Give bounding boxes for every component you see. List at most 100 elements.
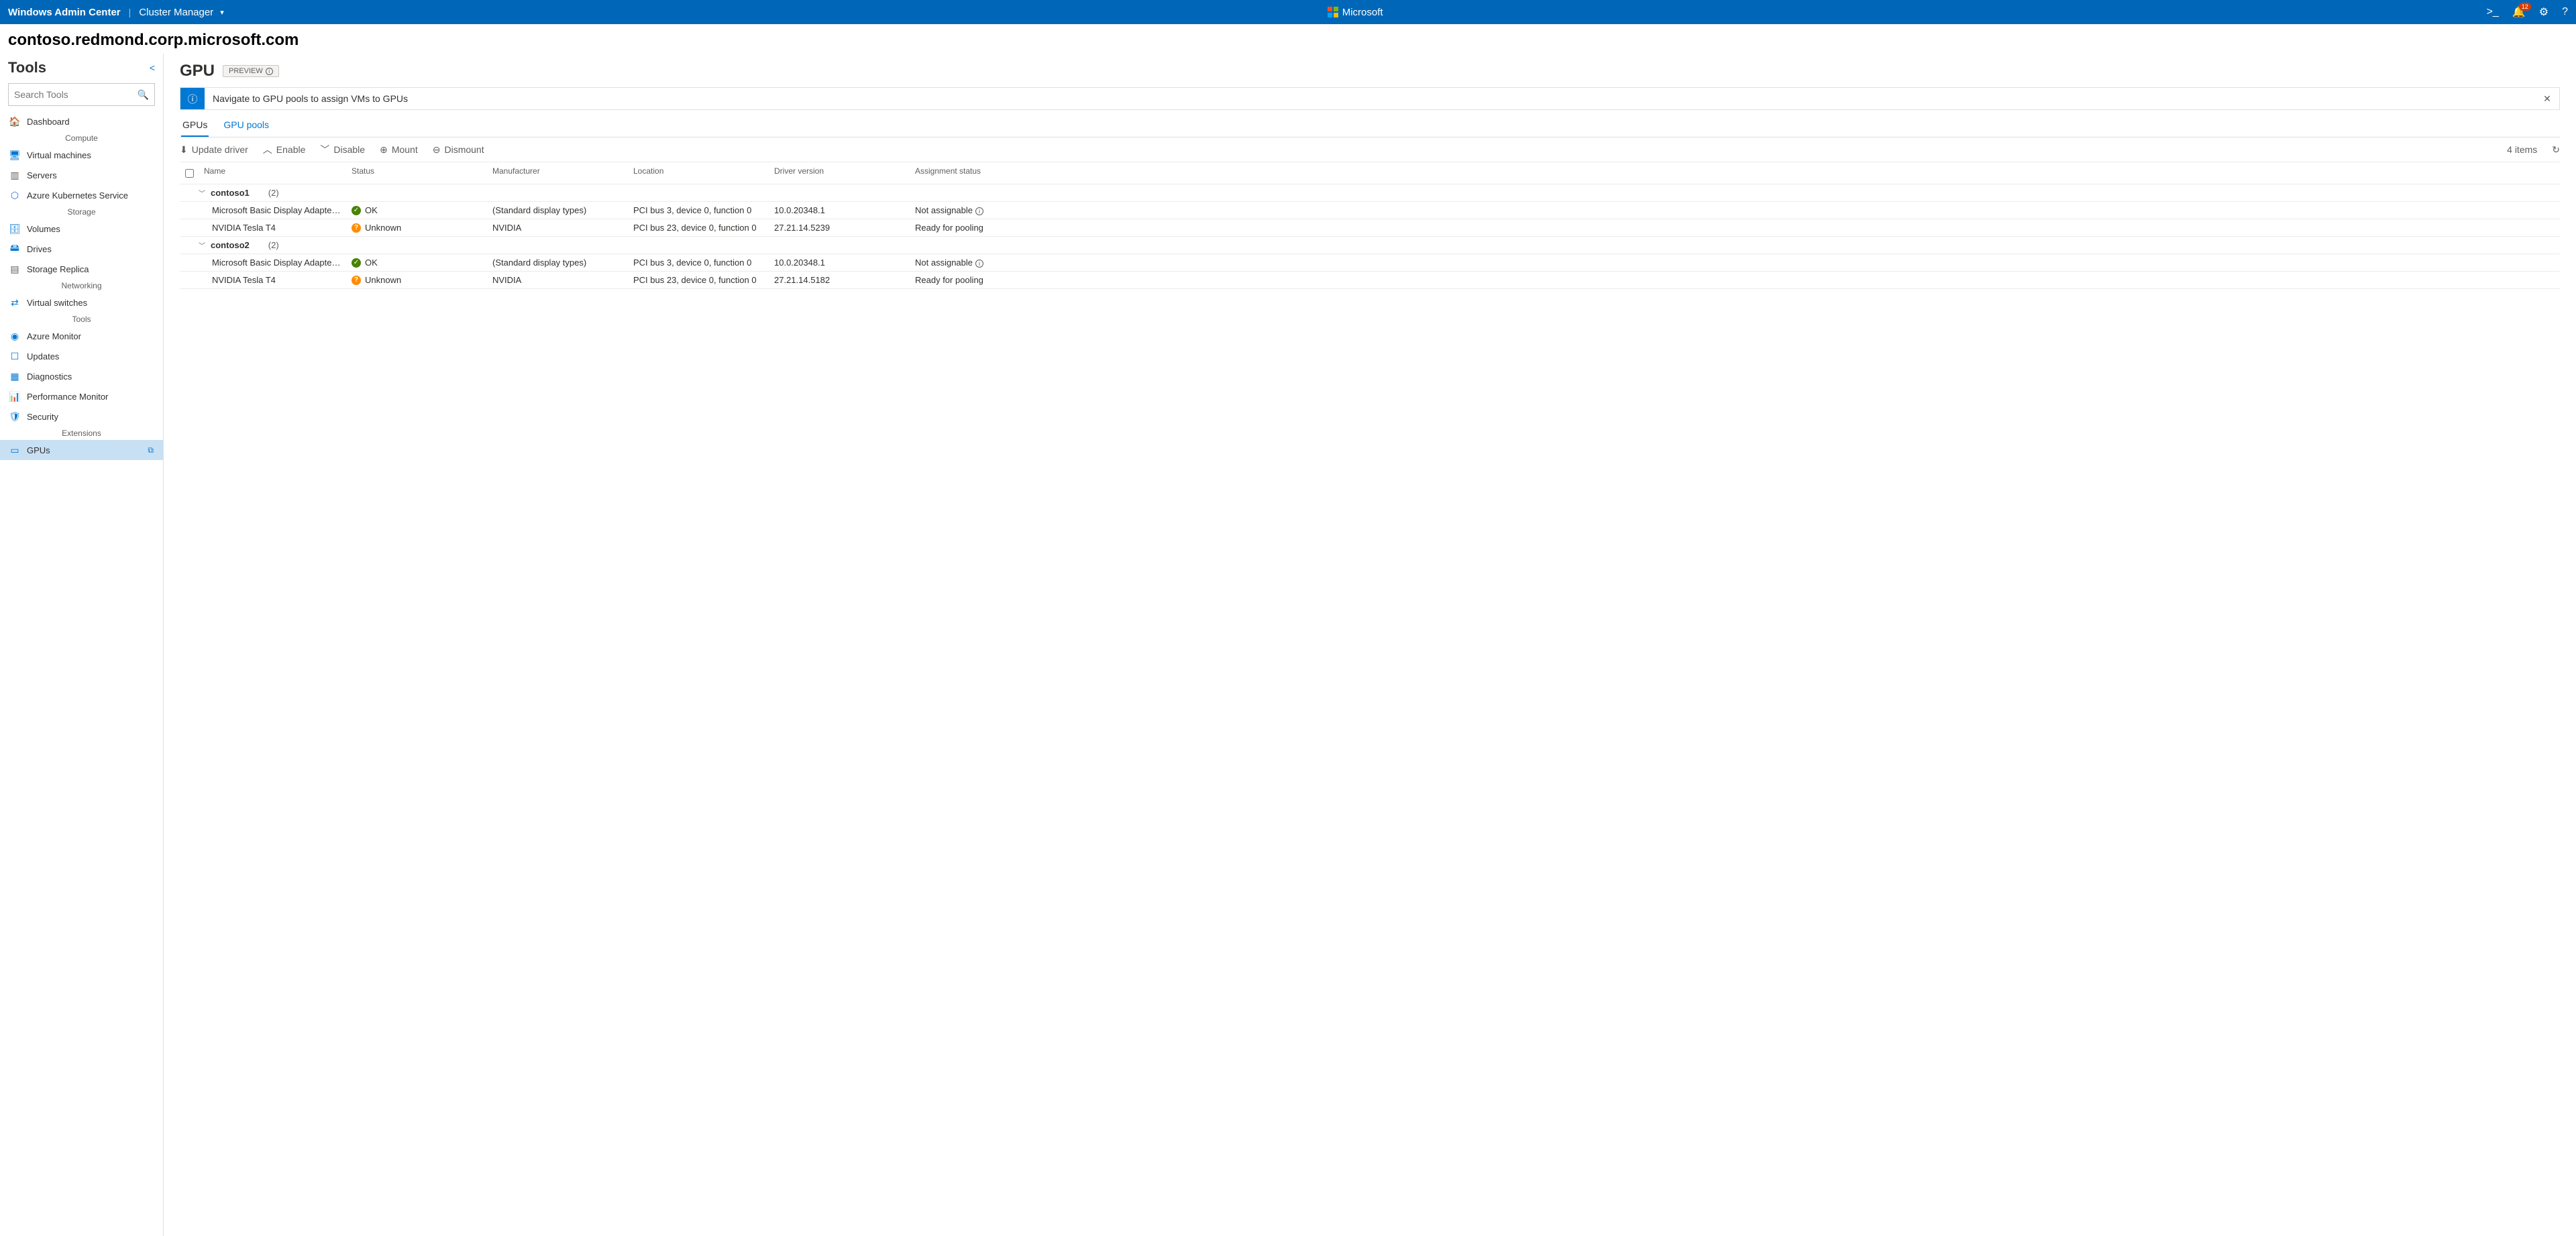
sidebar-item-diagnostics[interactable]: ▦Diagnostics: [0, 366, 163, 386]
help-icon[interactable]: ?: [2562, 6, 2568, 18]
banner-info-icon: ⓘ: [180, 88, 205, 109]
table-row[interactable]: NVIDIA Tesla T4?UnknownNVIDIAPCI bus 23,…: [180, 219, 2560, 237]
sidebar-item-dashboard[interactable]: 🏠 Dashboard: [0, 111, 163, 131]
sidebar-category: Compute: [0, 131, 163, 145]
refresh-icon[interactable]: ↻: [2552, 144, 2560, 156]
sidebar-item-label: Azure Kubernetes Service: [27, 190, 128, 201]
col-name[interactable]: Name: [199, 162, 346, 184]
cloud-shell-icon[interactable]: >_: [2487, 6, 2499, 18]
table-row[interactable]: NVIDIA Tesla T4?UnknownNVIDIAPCI bus 23,…: [180, 272, 2560, 289]
page-title: GPU: [180, 62, 215, 80]
sidebar-item-security[interactable]: 🛡Security: [0, 406, 163, 427]
search-input-field[interactable]: [14, 89, 138, 100]
col-assignment[interactable]: Assignment status: [910, 162, 2560, 184]
sidebar-category: Extensions: [0, 427, 163, 440]
col-location[interactable]: Location: [628, 162, 769, 184]
preview-badge: PREVIEW i: [223, 65, 279, 77]
tab-gpus[interactable]: GPUs: [181, 114, 209, 137]
cell-location: PCI bus 3, device 0, function 0: [628, 202, 769, 219]
col-status[interactable]: Status: [346, 162, 487, 184]
settings-icon[interactable]: ⚙: [2539, 5, 2548, 19]
cell-manufacturer: (Standard display types): [487, 202, 628, 219]
sidebar-item-azure-kubernetes-service[interactable]: ⬡Azure Kubernetes Service: [0, 185, 163, 205]
banner-text: Navigate to GPU pools to assign VMs to G…: [205, 88, 2535, 109]
cell-assignment: Not assignablei: [910, 254, 2560, 271]
sidebar-item-label: Performance Monitor: [27, 392, 108, 402]
sidebar-item-icon: 📊: [9, 391, 20, 402]
cell-manufacturer: NVIDIA: [487, 219, 628, 236]
sidebar-item-icon: ▤: [9, 264, 20, 274]
sidebar-category: Tools: [0, 313, 163, 326]
select-all-checkbox[interactable]: [185, 169, 194, 178]
cell-status: ✓OK: [346, 254, 487, 271]
cell-driver: 10.0.20348.1: [769, 202, 910, 219]
sidebar-item-updates[interactable]: ☐Updates: [0, 346, 163, 366]
sidebar-item-icon: ☐: [9, 351, 20, 361]
cell-status: ?Unknown: [346, 272, 487, 288]
sidebar-item-volumes[interactable]: 🗄Volumes: [0, 219, 163, 239]
tab-gpu-pools[interactable]: GPU pools: [222, 114, 270, 137]
cell-driver: 27.21.14.5182: [769, 272, 910, 288]
sidebar-item-label: Drives: [27, 244, 52, 254]
sidebar-item-azure-monitor[interactable]: ◉Azure Monitor: [0, 326, 163, 346]
status-ok-icon: ✓: [352, 206, 361, 215]
sidebar-item-label: GPUs: [27, 445, 50, 455]
collapse-sidebar-icon[interactable]: <: [150, 62, 155, 73]
item-count: 4 items: [2507, 144, 2537, 155]
info-icon[interactable]: i: [975, 260, 983, 268]
sidebar-item-storage-replica[interactable]: ▤Storage Replica: [0, 259, 163, 279]
cell-status: ✓OK: [346, 202, 487, 219]
plus-circle-icon: ⊕: [380, 144, 388, 156]
cell-location: PCI bus 3, device 0, function 0: [628, 254, 769, 271]
sidebar-item-icon: 🏠: [9, 116, 20, 127]
table-row[interactable]: Microsoft Basic Display Adapter (Low Res…: [180, 202, 2560, 219]
info-icon[interactable]: i: [975, 207, 983, 215]
group-count: (2): [268, 188, 279, 198]
group-count: (2): [268, 240, 279, 250]
table-row[interactable]: Microsoft Basic Display Adapter (Low Res…: [180, 254, 2560, 272]
download-icon: ⬇: [180, 144, 188, 156]
cell-assignment: Not assignablei: [910, 202, 2560, 219]
status-unknown-icon: ?: [352, 223, 361, 233]
sidebar-item-gpus[interactable]: ▭GPUs⧉: [0, 440, 163, 460]
topbar-divider: |: [129, 7, 131, 17]
cell-driver: 27.21.14.5239: [769, 219, 910, 236]
mount-button[interactable]: ⊕Mount: [380, 144, 418, 156]
notifications-icon[interactable]: 🔔12: [2512, 5, 2526, 19]
chevron-down-icon: ﹀: [199, 188, 205, 198]
sidebar-item-label: Virtual switches: [27, 298, 87, 308]
topbar-center: Microsoft: [224, 7, 2487, 18]
toolbar: ⬇Update driver ︿Enable ﹀Disable ⊕Mount ⊖…: [180, 137, 2560, 162]
cell-name: Microsoft Basic Display Adapter (Low Res…: [199, 254, 346, 271]
sidebar-item-virtual-machines[interactable]: 🖥Virtual machines: [0, 145, 163, 165]
search-tools-input[interactable]: 🔍: [8, 83, 155, 106]
cell-location: PCI bus 23, device 0, function 0: [628, 272, 769, 288]
sidebar-item-label: Dashboard: [27, 117, 70, 127]
sidebar-item-servers[interactable]: ▥Servers: [0, 165, 163, 185]
sidebar-item-drives[interactable]: 🖴Drives: [0, 239, 163, 259]
context-dropdown[interactable]: Cluster Manager: [139, 7, 223, 18]
col-manufacturer[interactable]: Manufacturer: [487, 162, 628, 184]
disable-button[interactable]: ﹀Disable: [320, 143, 365, 156]
sidebar-item-virtual-switches[interactable]: ⇄ Virtual switches: [0, 292, 163, 313]
gpu-grid: Name Status Manufacturer Location Driver…: [180, 162, 2560, 289]
sidebar-item-label: Diagnostics: [27, 372, 72, 382]
sidebar-item-icon: ▥: [9, 170, 20, 180]
sidebar-item-performance-monitor[interactable]: 📊 Performance Monitor: [0, 386, 163, 406]
enable-button[interactable]: ︿Enable: [263, 143, 306, 156]
sidebar-item-icon: ⇄: [9, 297, 20, 308]
microsoft-logo-icon: [1328, 7, 1338, 17]
update-driver-button[interactable]: ⬇Update driver: [180, 144, 248, 156]
cell-name: NVIDIA Tesla T4: [199, 272, 346, 288]
banner-close-icon[interactable]: ✕: [2535, 88, 2559, 109]
cell-driver: 10.0.20348.1: [769, 254, 910, 271]
group-row[interactable]: ﹀contoso2(2): [180, 237, 2560, 254]
dismount-button[interactable]: ⊖Dismount: [433, 144, 484, 156]
cell-assignment: Ready for pooling: [910, 272, 2560, 288]
cell-location: PCI bus 23, device 0, function 0: [628, 219, 769, 236]
group-row[interactable]: ﹀contoso1(2): [180, 184, 2560, 202]
status-ok-icon: ✓: [352, 258, 361, 268]
col-driver[interactable]: Driver version: [769, 162, 910, 184]
sidebar-item-icon: 🛡: [9, 411, 20, 422]
tabs: GPUs GPU pools: [180, 114, 2560, 137]
